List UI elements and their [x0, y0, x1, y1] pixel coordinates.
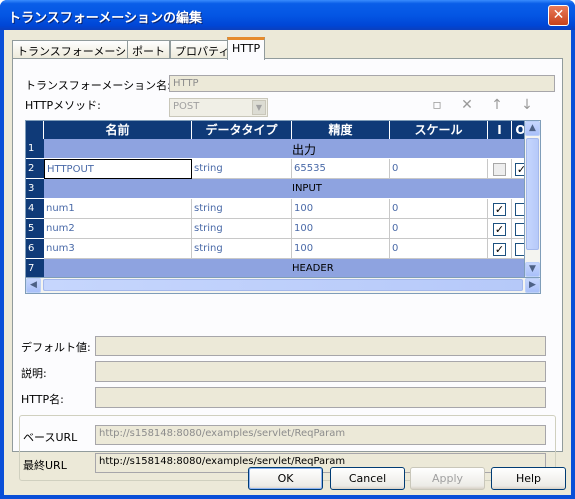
grid-vertical-scrollbar[interactable]: ▲ ▼ — [525, 120, 541, 278]
http-name-label: HTTP名: — [21, 393, 64, 406]
cell-name[interactable]: HTTPOUT — [44, 159, 192, 179]
tab-properties[interactable]: プロパティ — [170, 40, 235, 59]
description-label: 説明: — [21, 367, 47, 380]
cancel-button[interactable]: Cancel — [330, 467, 405, 490]
tab-http[interactable]: HTTP — [227, 37, 266, 60]
close-button[interactable]: ✕ — [548, 5, 569, 26]
col-header-datatype[interactable]: データタイプ — [192, 121, 292, 139]
base-url-label: ベースURL — [23, 431, 78, 444]
transformation-name-field[interactable]: HTTP — [169, 75, 555, 92]
grid-corner — [26, 121, 44, 139]
output-checkbox[interactable] — [515, 243, 524, 256]
row-number[interactable]: 4 — [26, 199, 44, 219]
description-field[interactable] — [95, 361, 546, 382]
http-name-field[interactable] — [95, 387, 546, 408]
grid-horizontal-scrollbar[interactable]: ◀ ▶ — [25, 278, 541, 294]
group-label: INPUT — [292, 183, 322, 194]
output-checkbox[interactable] — [515, 223, 524, 236]
cell-scale[interactable]: 0 — [390, 199, 488, 219]
row-number[interactable]: 2 — [26, 159, 44, 179]
group-row-input: INPUT — [44, 179, 524, 199]
cell-datatype[interactable]: string — [192, 199, 292, 219]
col-header-scale[interactable]: スケール — [390, 121, 488, 139]
dialog-client: トランスフォーメーション ポート プロパティ HTTP トランスフォーメーション… — [4, 30, 571, 495]
help-button[interactable]: Help — [491, 467, 566, 490]
cell-datatype[interactable]: string — [192, 159, 292, 179]
http-method-select[interactable]: POST ▼ — [169, 98, 268, 117]
col-header-precision[interactable]: 精度 — [292, 121, 390, 139]
col-header-name[interactable]: 名前 — [44, 121, 192, 139]
group-row-header: HEADER — [44, 259, 524, 277]
cell-datatype[interactable]: string — [192, 219, 292, 239]
row-number[interactable]: 3 — [26, 179, 44, 199]
tab-ports[interactable]: ポート — [127, 40, 170, 59]
col-header-input[interactable]: I — [488, 121, 512, 139]
ok-button[interactable]: OK — [248, 467, 323, 490]
input-checkbox[interactable]: ✓ — [493, 243, 506, 256]
scroll-up-icon[interactable]: ▲ — [525, 121, 540, 136]
window-title: トランスフォーメーションの編集 — [8, 11, 202, 26]
output-checkbox[interactable] — [515, 203, 524, 216]
cell-name[interactable]: num2 — [44, 219, 192, 239]
http-method-label: HTTPメソッド: — [25, 99, 101, 112]
input-checkbox[interactable]: ✓ — [493, 203, 506, 216]
ports-grid[interactable]: 名前 データタイプ 精度 スケール I O 1 出力 2 HTTPOUT str… — [25, 120, 525, 278]
http-tab-panel: トランスフォーメーション名: HTTP HTTPメソッド: POST ▼ ▫ ✕… — [12, 58, 563, 481]
final-url-label: 最終URL — [23, 459, 67, 472]
scroll-right-icon[interactable]: ▶ — [525, 278, 540, 293]
col-header-output[interactable]: O — [512, 121, 524, 139]
chevron-down-icon: ▼ — [252, 100, 266, 115]
row-number[interactable]: 7 — [26, 259, 44, 277]
group-row-output: 出力 — [44, 139, 524, 159]
cell-datatype[interactable]: string — [192, 239, 292, 259]
move-down-icon[interactable]: ↓ — [519, 97, 535, 113]
row-number[interactable]: 6 — [26, 239, 44, 259]
cell-scale[interactable]: 0 — [390, 159, 488, 179]
vertical-scroll-thumb[interactable] — [526, 138, 539, 250]
scroll-left-icon[interactable]: ◀ — [26, 278, 41, 293]
cell-precision[interactable]: 100 — [292, 219, 390, 239]
input-checkbox[interactable] — [493, 163, 506, 176]
group-label: HEADER — [292, 263, 334, 274]
delete-icon[interactable]: ✕ — [459, 97, 475, 113]
input-checkbox[interactable]: ✓ — [493, 223, 506, 236]
row-number[interactable]: 1 — [26, 139, 44, 159]
http-method-value: POST — [173, 101, 200, 112]
output-checkbox[interactable]: ✓ — [515, 163, 524, 176]
cell-scale[interactable]: 0 — [390, 219, 488, 239]
move-up-icon[interactable]: ↑ — [489, 97, 505, 113]
cell-scale[interactable]: 0 — [390, 239, 488, 259]
cell-precision[interactable]: 100 — [292, 239, 390, 259]
new-port-icon[interactable]: ▫ — [429, 97, 445, 113]
dialog-window: トランスフォーメーションの編集 ✕ トランスフォーメーション ポート プロパティ… — [0, 0, 575, 499]
transformation-name-label: トランスフォーメーション名: — [25, 79, 171, 92]
title-bar[interactable]: トランスフォーメーションの編集 ✕ — [0, 0, 575, 30]
default-value-field[interactable] — [95, 336, 546, 356]
base-url-field[interactable]: http://s158148:8080/examples/servlet/Req… — [95, 425, 546, 445]
cell-name[interactable]: num1 — [44, 199, 192, 219]
row-number[interactable]: 5 — [26, 219, 44, 239]
apply-button[interactable]: Apply — [410, 467, 485, 490]
scroll-down-icon[interactable]: ▼ — [525, 262, 540, 277]
default-value-label: デフォルト値: — [21, 341, 91, 354]
cell-precision[interactable]: 65535 — [292, 159, 390, 179]
horizontal-scroll-thumb[interactable] — [43, 279, 523, 291]
cell-precision[interactable]: 100 — [292, 199, 390, 219]
cell-name[interactable]: num3 — [44, 239, 192, 259]
group-label: 出力 — [292, 143, 317, 157]
